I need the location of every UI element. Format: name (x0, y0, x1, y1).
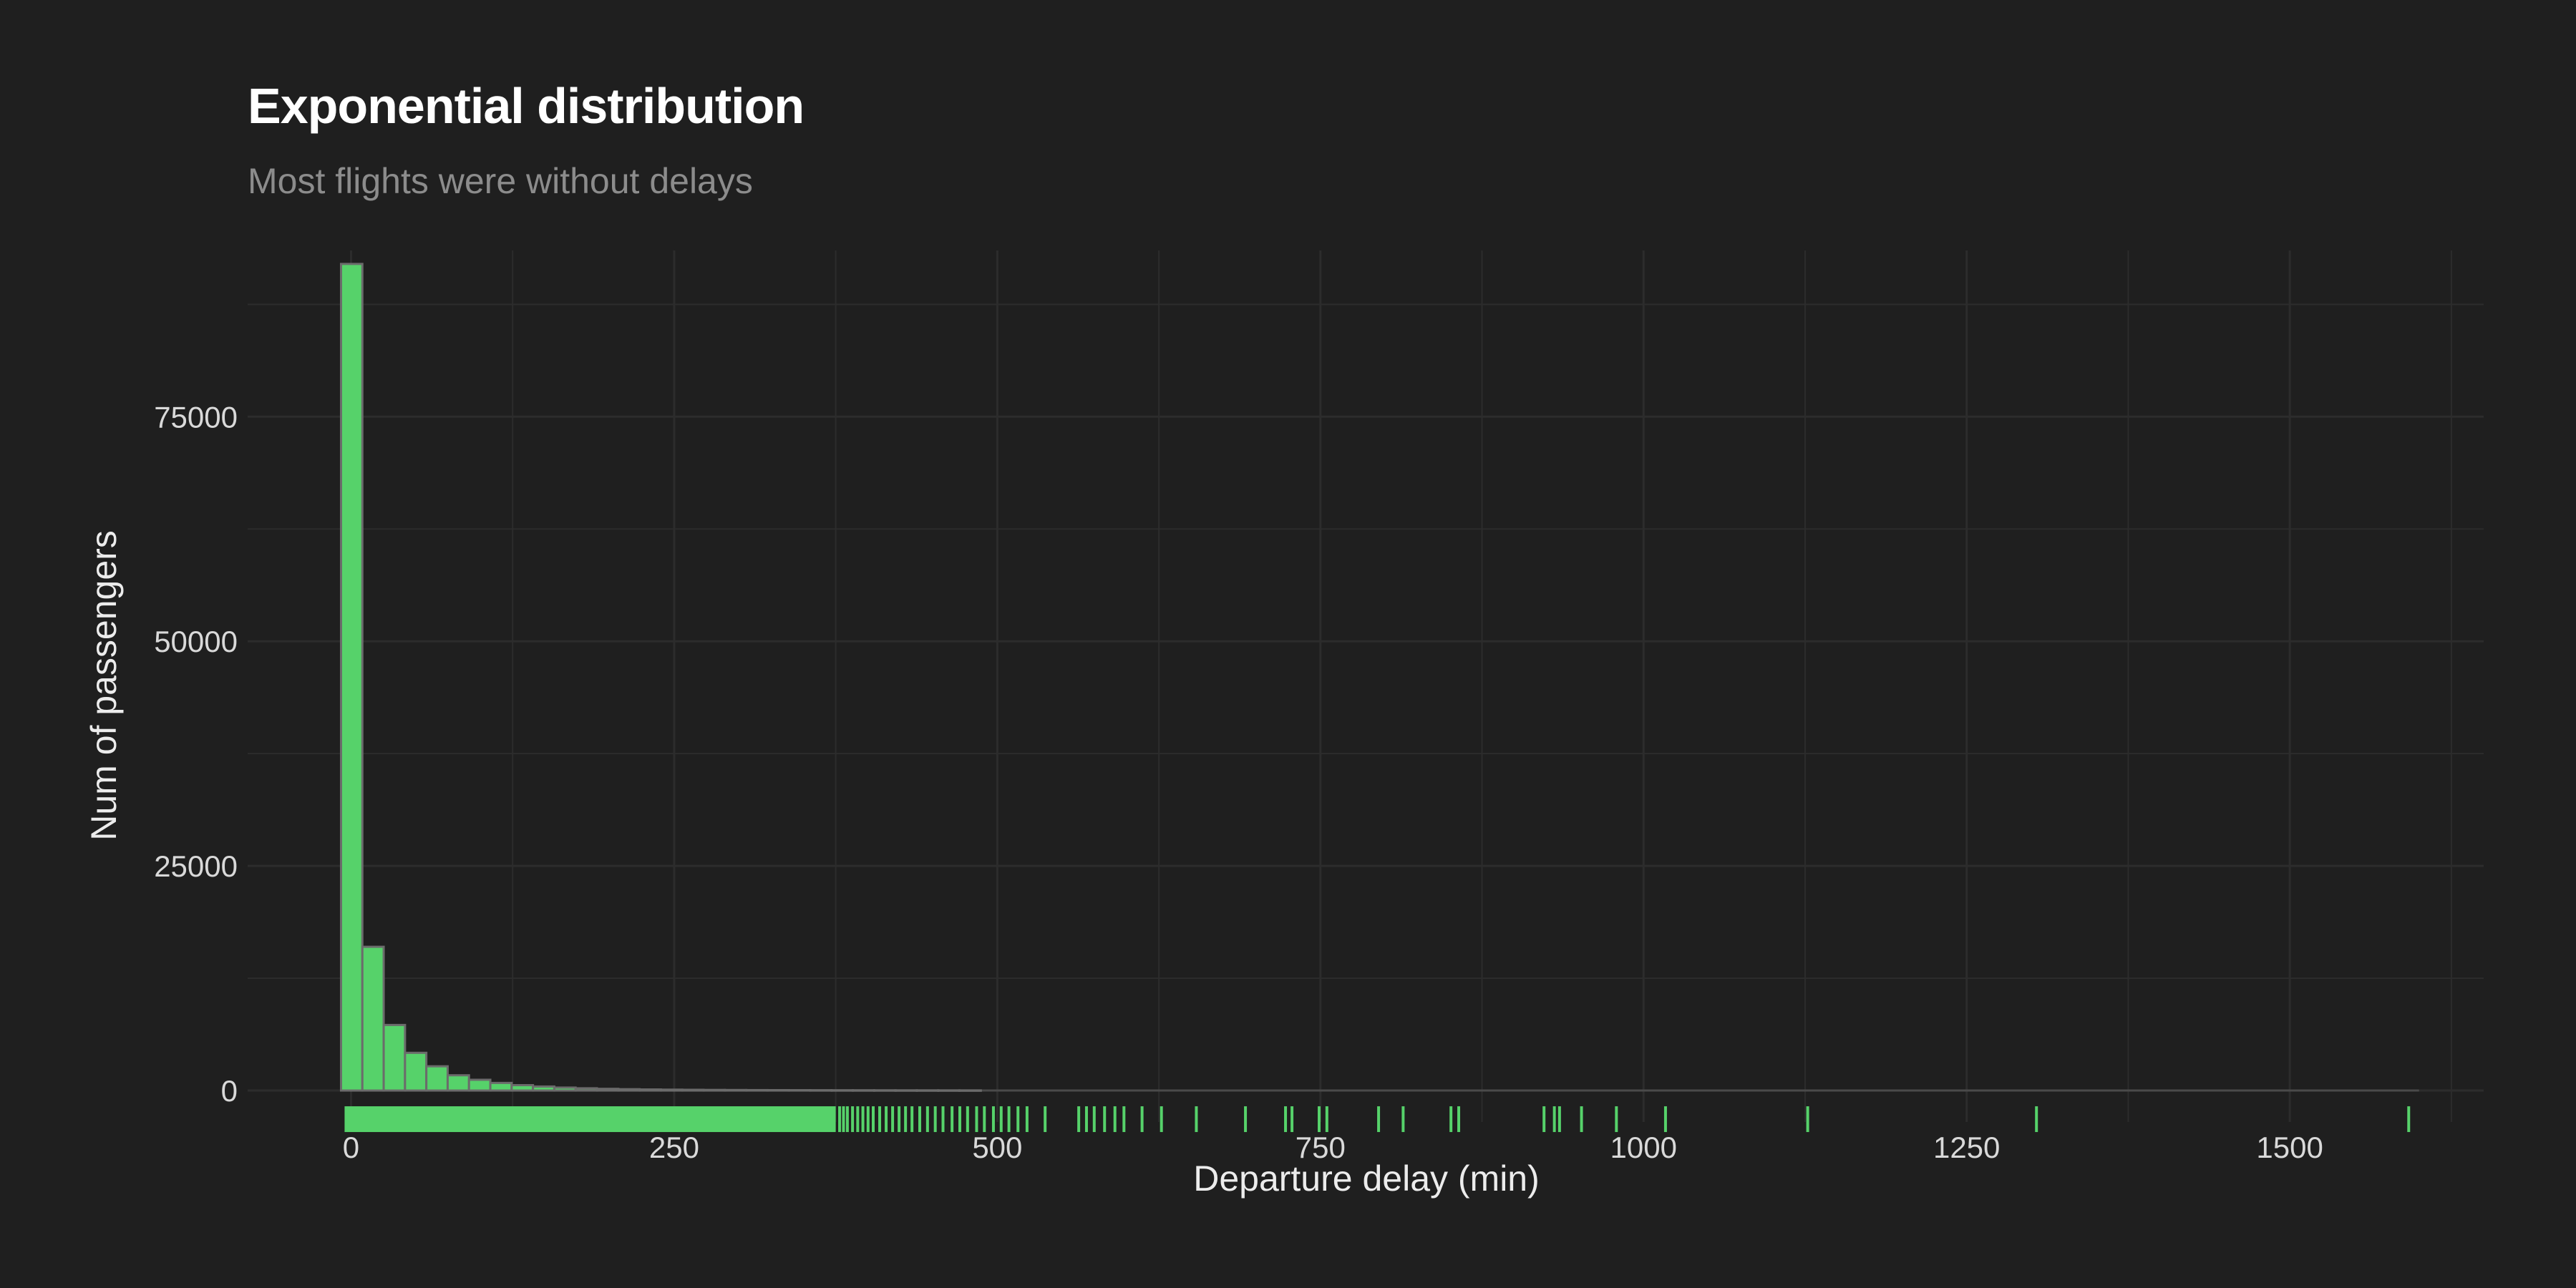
histogram-bar (489, 1081, 513, 1092)
histogram-bar (745, 1088, 769, 1092)
histogram-bar (361, 945, 385, 1092)
x-tick-label: 1250 (1933, 1131, 2000, 1164)
histogram-bar (532, 1085, 555, 1092)
grid (248, 250, 2484, 1122)
x-tick-label: 1500 (2256, 1131, 2323, 1164)
x-tick-label: 0 (343, 1131, 359, 1164)
histogram-bar (467, 1078, 492, 1092)
histogram-bar (553, 1086, 577, 1092)
plot-area: 0 250 500 750 1000 1250 15000250005000075000 D… (84, 250, 2484, 1199)
histogram-bar (702, 1088, 726, 1092)
x-tick-label: 500 (972, 1131, 1022, 1164)
rug-dense-band (344, 1106, 836, 1133)
histogram-bar (339, 263, 364, 1092)
x-tick-label: 1000 (1610, 1131, 1677, 1164)
x-axis-title: Departure delay (min) (1193, 1158, 1540, 1199)
y-tick-label: 75000 (154, 400, 238, 434)
y-tick-label: 25000 (154, 849, 238, 883)
histogram-bar (659, 1088, 684, 1092)
histogram-bar (681, 1088, 705, 1092)
y-axis-title: Num of passengers (84, 530, 124, 841)
histogram-bar (404, 1051, 428, 1092)
rug-marks (344, 1106, 2411, 1133)
histogram-bar (510, 1084, 535, 1092)
histogram-bar (724, 1088, 748, 1092)
histogram-bar (596, 1088, 620, 1092)
y-tick-label: 0 (221, 1074, 238, 1108)
histogram-bar (574, 1087, 598, 1092)
histogram-bar (382, 1023, 407, 1092)
histogram-bar (425, 1065, 449, 1092)
y-tick-label: 50000 (154, 625, 238, 658)
axes: 0 250 500 750 1000 1250 15000250005000075000 (154, 400, 2323, 1164)
chart: Exponential distribution Most flights we… (0, 0, 2576, 1288)
histogram-bar (766, 1088, 790, 1092)
x-tick-label: 250 (649, 1131, 699, 1164)
histogram-bar (446, 1074, 470, 1092)
histogram-bar (617, 1088, 641, 1092)
histogram-bars (339, 263, 2419, 1092)
histogram-bar (638, 1088, 662, 1092)
